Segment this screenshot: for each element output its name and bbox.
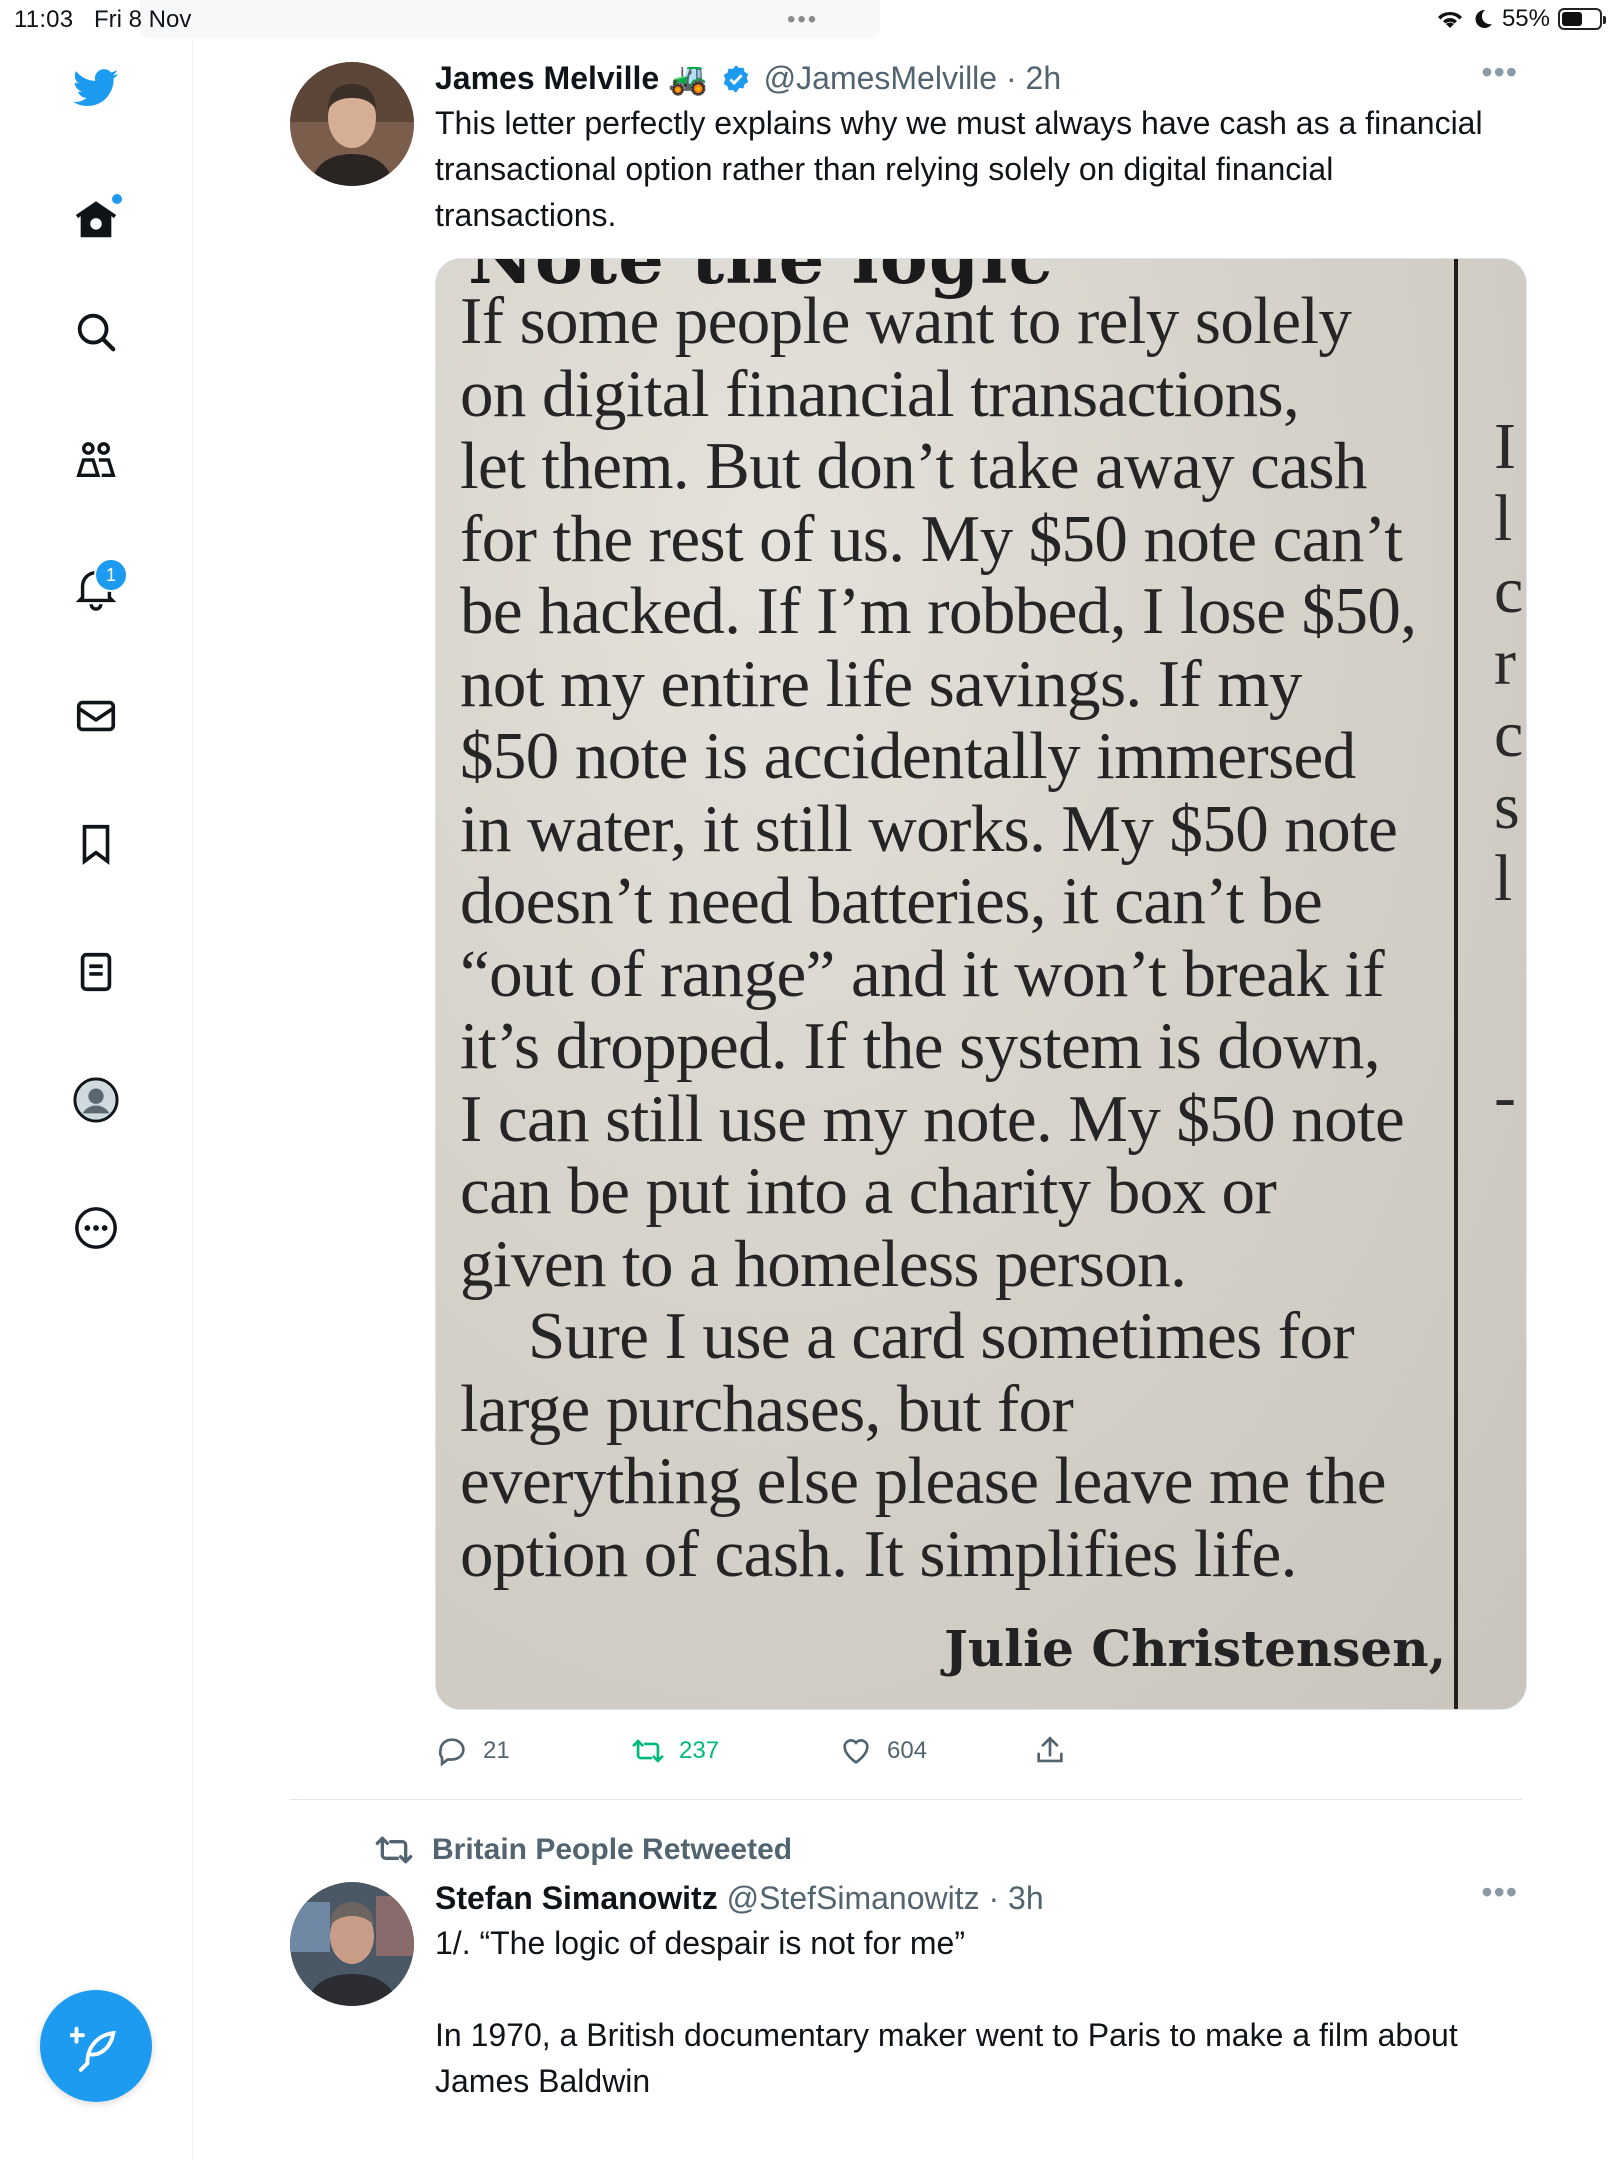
home-icon: [75, 201, 117, 238]
clipping-line: be hacked. If I’m robbed, I lose $50,: [460, 574, 1417, 648]
nav-more[interactable]: [60, 1192, 132, 1264]
multitasking-dots-icon[interactable]: •••: [787, 6, 818, 34]
verified-badge-icon: [723, 65, 749, 93]
more-options-icon[interactable]: •••: [1481, 54, 1518, 91]
retweet-button[interactable]: 237: [631, 1734, 719, 1768]
clipping-line: for the rest of us. My $50 note can’t: [460, 501, 1403, 576]
tweet-text-line: In 1970, a British documentary maker wen…: [435, 2017, 1458, 2099]
bookmark-icon: [82, 824, 110, 865]
retweeted-by-text: Britain People Retweeted: [432, 1833, 793, 1866]
clipping-signature: Julie Christensen,: [944, 1619, 1446, 1678]
tweet-time[interactable]: 3h: [1008, 1880, 1044, 1916]
clipping-line: given to a homeless person.: [460, 1226, 1187, 1301]
more-options-icon[interactable]: •••: [1481, 1874, 1518, 1911]
clipping-letter-text: If some people want to rely solely on di…: [460, 285, 1460, 1590]
status-time: 11:03: [14, 6, 74, 33]
compose-tweet-button[interactable]: [40, 1990, 152, 2102]
status-right: 55%: [1436, 5, 1606, 33]
retweet-count: 237: [679, 1737, 720, 1764]
tweet-text-line: 1/. “The logic of despair is not for me”: [435, 1925, 965, 1961]
battery-icon: [1558, 8, 1606, 30]
notification-badge: 1: [94, 558, 128, 592]
clipping-line: everything else please leave me the: [460, 1444, 1386, 1518]
clipping-line: let them. But don’t take away cash: [460, 429, 1367, 503]
clipping-line: I can still use my note. My $50 note: [460, 1081, 1405, 1156]
retweeted-by-label[interactable]: Britain People Retweeted: [374, 1830, 792, 1870]
wifi-icon: [1437, 11, 1462, 28]
clipping-line: option of cash. It simplifies life.: [460, 1516, 1297, 1591]
multitasking-bar: [140, 0, 880, 38]
heart-icon: [843, 1739, 869, 1764]
reply-icon: [438, 1738, 465, 1767]
nav-bookmarks[interactable]: [60, 808, 132, 880]
lists-icon: [80, 952, 112, 992]
newspaper-clipping: Note the logic If some people want to re…: [436, 259, 1526, 1709]
tweet-body: Stefan Simanowitz @StefSimanowitz · 3h •…: [435, 1874, 1522, 2104]
clipping-line: large purchases, but for: [460, 1371, 1074, 1446]
share-icon: [1037, 1736, 1063, 1763]
author-handle[interactable]: @JamesMelville: [764, 60, 997, 96]
tweet-time[interactable]: 2h: [1026, 60, 1062, 96]
tweet-image[interactable]: Note the logic If some people want to re…: [435, 258, 1527, 1710]
nav-explore[interactable]: [60, 296, 132, 368]
clipping-line: doesn’t need batteries, it can’t be: [460, 864, 1323, 938]
status-date: Fri 8 Nov: [94, 6, 192, 33]
nav-profile[interactable]: [60, 1064, 132, 1136]
nav-messages[interactable]: [60, 680, 132, 752]
nav-home[interactable]: [60, 184, 132, 256]
mail-icon: [76, 700, 116, 732]
tweet-header: Stefan Simanowitz @StefSimanowitz · 3h: [435, 1878, 1522, 1918]
header-separator: ·: [1005, 60, 1017, 96]
clipping-line: in water, it still works. My $50 note: [460, 791, 1398, 866]
communities-icon: [76, 442, 116, 478]
home-new-dot: [112, 194, 122, 204]
status-bar: 11:03 Fri 8 Nov ••• 55%: [0, 0, 1620, 40]
like-count: 604: [887, 1737, 928, 1764]
tractor-emoji: 🚜: [668, 60, 708, 96]
author-name[interactable]: James Melville: [435, 60, 659, 96]
nav-communities[interactable]: [60, 424, 132, 496]
clipping-line: not my entire life savings. If my: [460, 646, 1302, 721]
compose-feather-icon: [70, 2026, 116, 2072]
clipping-line: If some people want to rely solely: [460, 284, 1352, 358]
search-icon: [77, 313, 116, 352]
tweet-actions: 21 237 604: [435, 1728, 1522, 1782]
clipping-line: can be put into a charity box or: [460, 1154, 1277, 1228]
avatar[interactable]: [290, 1882, 414, 2006]
nav-notifications[interactable]: 1: [60, 552, 132, 624]
clipping-line: $50 note is accidentally immersed: [460, 719, 1356, 793]
tweet-divider: [290, 1799, 1522, 1800]
more-circle-icon: [75, 1207, 117, 1249]
reply-button[interactable]: 21: [435, 1734, 510, 1768]
profile-avatar-icon: [73, 1077, 119, 1123]
twitter-logo-icon[interactable]: [60, 52, 132, 124]
battery-percent: 55%: [1501, 5, 1550, 32]
tweet-header: James Melville 🚜 @JamesMelville · 2h: [435, 58, 1522, 98]
author-handle[interactable]: @StefSimanowitz: [727, 1880, 980, 1916]
nav-lists[interactable]: [60, 936, 132, 1008]
reply-count: 21: [483, 1737, 510, 1764]
sidebar: 1: [0, 40, 193, 2160]
clipping-line: “out of range” and it won’t break if: [460, 936, 1385, 1011]
tweet-body: James Melville 🚜 @JamesMelville · 2h •••…: [435, 54, 1527, 1782]
avatar[interactable]: [290, 62, 414, 186]
column-rule: [1454, 259, 1458, 1709]
clipping-line: Sure I use a card sometimes for: [528, 1299, 1355, 1373]
retweet-icon: [632, 1739, 664, 1763]
clipping-line: it’s dropped. If the system is down,: [460, 1009, 1381, 1083]
retweet-icon: [375, 1836, 413, 1864]
share-button[interactable]: [1033, 1734, 1067, 1768]
header-separator: ·: [988, 1880, 1000, 1916]
moon-icon: [1475, 9, 1492, 28]
clipping-line: on digital financial transactions,: [460, 356, 1300, 431]
tweet-text: This letter perfectly explains why we mu…: [435, 105, 1483, 233]
author-name[interactable]: Stefan Simanowitz: [435, 1880, 718, 1916]
like-button[interactable]: 604: [839, 1734, 927, 1768]
